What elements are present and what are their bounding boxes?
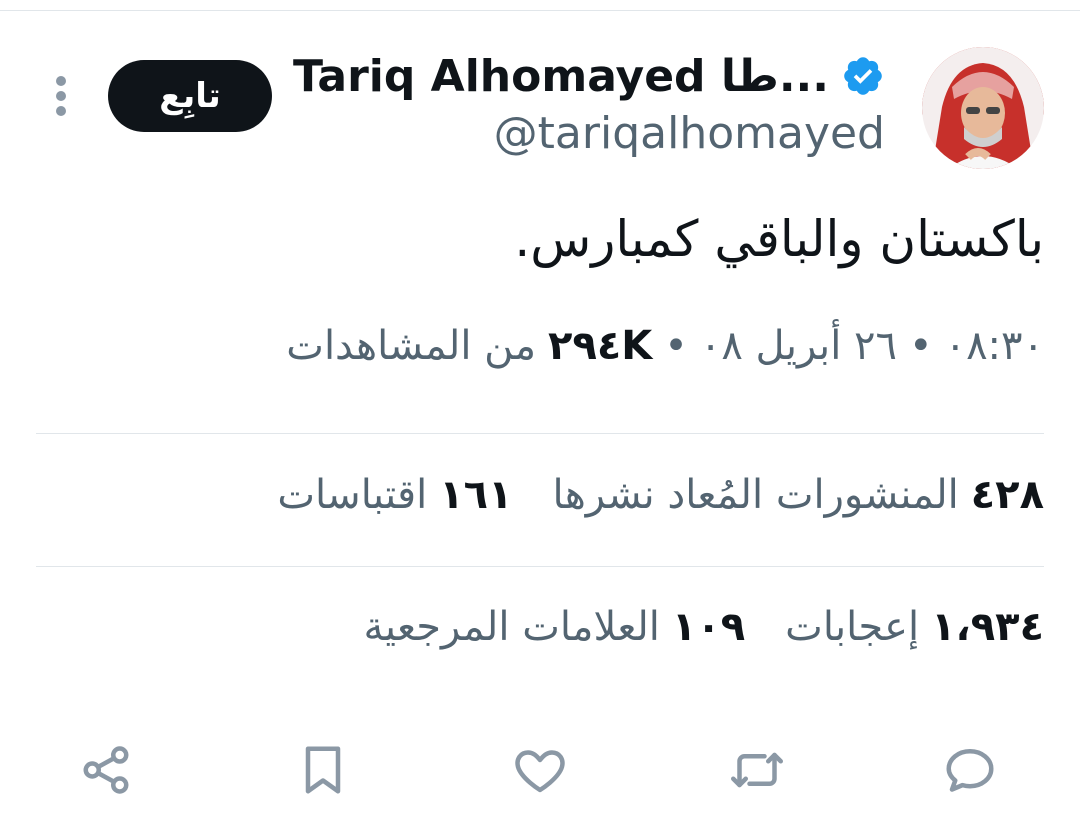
repost-button[interactable] xyxy=(727,740,787,800)
bookmark-icon xyxy=(305,746,341,794)
bookmarks-stat[interactable]: ١٠٩ العلامات المرجعية xyxy=(363,604,745,650)
reposts-stat[interactable]: ٤٢٨ المنشورات المُعاد نشرها xyxy=(553,472,1045,518)
stats-row: ١،٩٣٤ إعجابات ١٠٩ العلامات المرجعية xyxy=(363,604,1044,650)
divider xyxy=(36,433,1044,434)
stat-count: ١٦١ xyxy=(439,472,513,518)
author-display-name[interactable]: Tariq Alhomayed طا... xyxy=(293,51,829,102)
follow-button[interactable]: تابِع xyxy=(108,60,272,132)
tweet-time[interactable]: ٠٨:٣٠ xyxy=(945,323,1044,369)
tweet-text: باكستان والباقي كمبارس. xyxy=(514,210,1044,268)
stat-count: ١،٩٣٤ xyxy=(931,604,1044,650)
stat-label: المنشورات المُعاد نشرها xyxy=(552,472,959,518)
author-handle[interactable]: @tariqalhomayed xyxy=(494,108,885,159)
bookmark-button[interactable] xyxy=(293,740,353,800)
views-label: من المشاهدات xyxy=(286,323,537,369)
tweet-date[interactable]: ٢٦ أبريل ٠٨ xyxy=(700,323,897,369)
views-count: ٢٩٤K xyxy=(548,323,653,369)
stat-label: العلامات المرجعية xyxy=(363,604,660,650)
reply-icon xyxy=(946,749,994,792)
stat-count: ٤٢٨ xyxy=(970,472,1044,518)
reply-button[interactable] xyxy=(940,740,1000,800)
profile-avatar[interactable] xyxy=(922,47,1044,169)
verified-badge-icon[interactable] xyxy=(841,54,885,98)
more-vertical-icon[interactable] xyxy=(51,76,71,116)
divider xyxy=(36,566,1044,567)
likes-stat[interactable]: ١،٩٣٤ إعجابات xyxy=(785,604,1044,650)
tweet-meta: ٠٨:٣٠ • ٢٦ أبريل ٠٨ • ٢٩٤K من المشاهدات xyxy=(286,323,1044,369)
stat-label: اقتباسات xyxy=(277,472,428,518)
quotes-stat[interactable]: ١٦١ اقتباسات xyxy=(277,472,512,518)
top-divider xyxy=(0,10,1080,11)
meta-separator: • xyxy=(908,323,933,369)
stat-count: ١٠٩ xyxy=(671,604,746,650)
author-name-row: Tariq Alhomayed طا... xyxy=(293,48,885,104)
like-button[interactable] xyxy=(510,740,570,800)
repost-icon xyxy=(731,752,783,788)
stats-row: ٤٢٨ المنشورات المُعاد نشرها ١٦١ اقتباسات xyxy=(277,472,1044,518)
share-button[interactable] xyxy=(76,740,136,800)
share-icon xyxy=(83,746,129,794)
heart-icon xyxy=(515,750,565,793)
stat-label: إعجابات xyxy=(785,604,920,650)
meta-separator: • xyxy=(664,323,688,369)
